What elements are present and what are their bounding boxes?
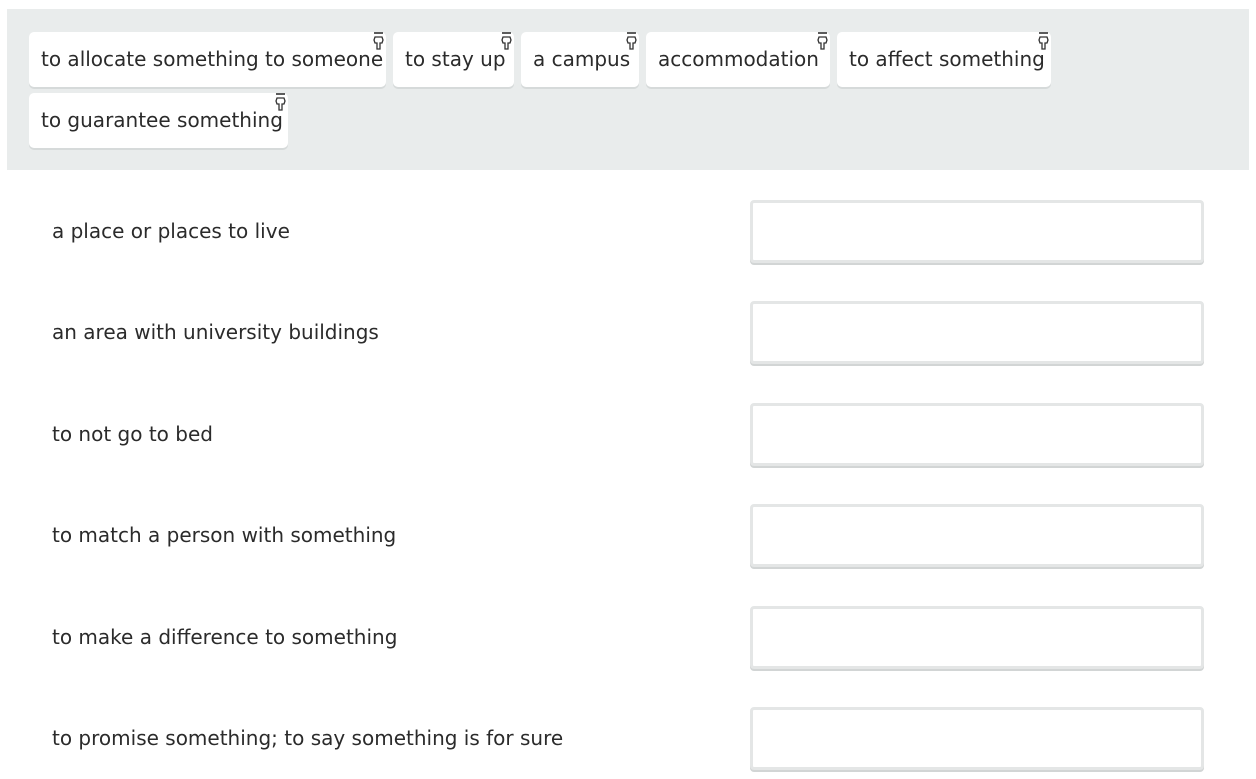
drop-zone[interactable] bbox=[750, 200, 1204, 263]
definition-label: to promise something; to say something i… bbox=[52, 726, 564, 750]
chip-campus[interactable]: a campus bbox=[521, 32, 639, 87]
chip-affect[interactable]: to affect something bbox=[837, 32, 1051, 87]
drop-zone[interactable] bbox=[750, 707, 1204, 770]
chip-label: to stay up bbox=[405, 47, 506, 71]
definition-label: an area with university buildings bbox=[52, 320, 379, 344]
drag-hand-icon bbox=[1036, 31, 1051, 53]
drag-hand-icon bbox=[371, 31, 386, 53]
chip-label: accommodation bbox=[658, 47, 819, 71]
drop-zone[interactable] bbox=[750, 606, 1204, 669]
chip-stay-up[interactable]: to stay up bbox=[393, 32, 514, 87]
definition-label: to not go to bed bbox=[52, 422, 213, 446]
chip-label: a campus bbox=[533, 47, 631, 71]
chip-label: to affect something bbox=[849, 47, 1045, 71]
drag-hand-icon bbox=[273, 92, 288, 114]
definition-label: to match a person with something bbox=[52, 523, 397, 547]
chip-label: to allocate something to someone bbox=[41, 47, 384, 71]
chip-allocate[interactable]: to allocate something to someone bbox=[29, 32, 386, 87]
chip-guarantee[interactable]: to guarantee something bbox=[29, 93, 288, 148]
drag-hand-icon bbox=[815, 31, 830, 53]
drop-zone[interactable] bbox=[750, 301, 1204, 364]
drop-zone[interactable] bbox=[750, 403, 1204, 466]
chip-accommodation[interactable]: accommodation bbox=[646, 32, 830, 87]
drop-zone[interactable] bbox=[750, 504, 1204, 567]
drag-hand-icon bbox=[499, 31, 514, 53]
drag-hand-icon bbox=[624, 31, 639, 53]
definition-label: a place or places to live bbox=[52, 219, 290, 243]
chip-label: to guarantee something bbox=[41, 108, 283, 132]
definition-label: to make a difference to something bbox=[52, 625, 398, 649]
